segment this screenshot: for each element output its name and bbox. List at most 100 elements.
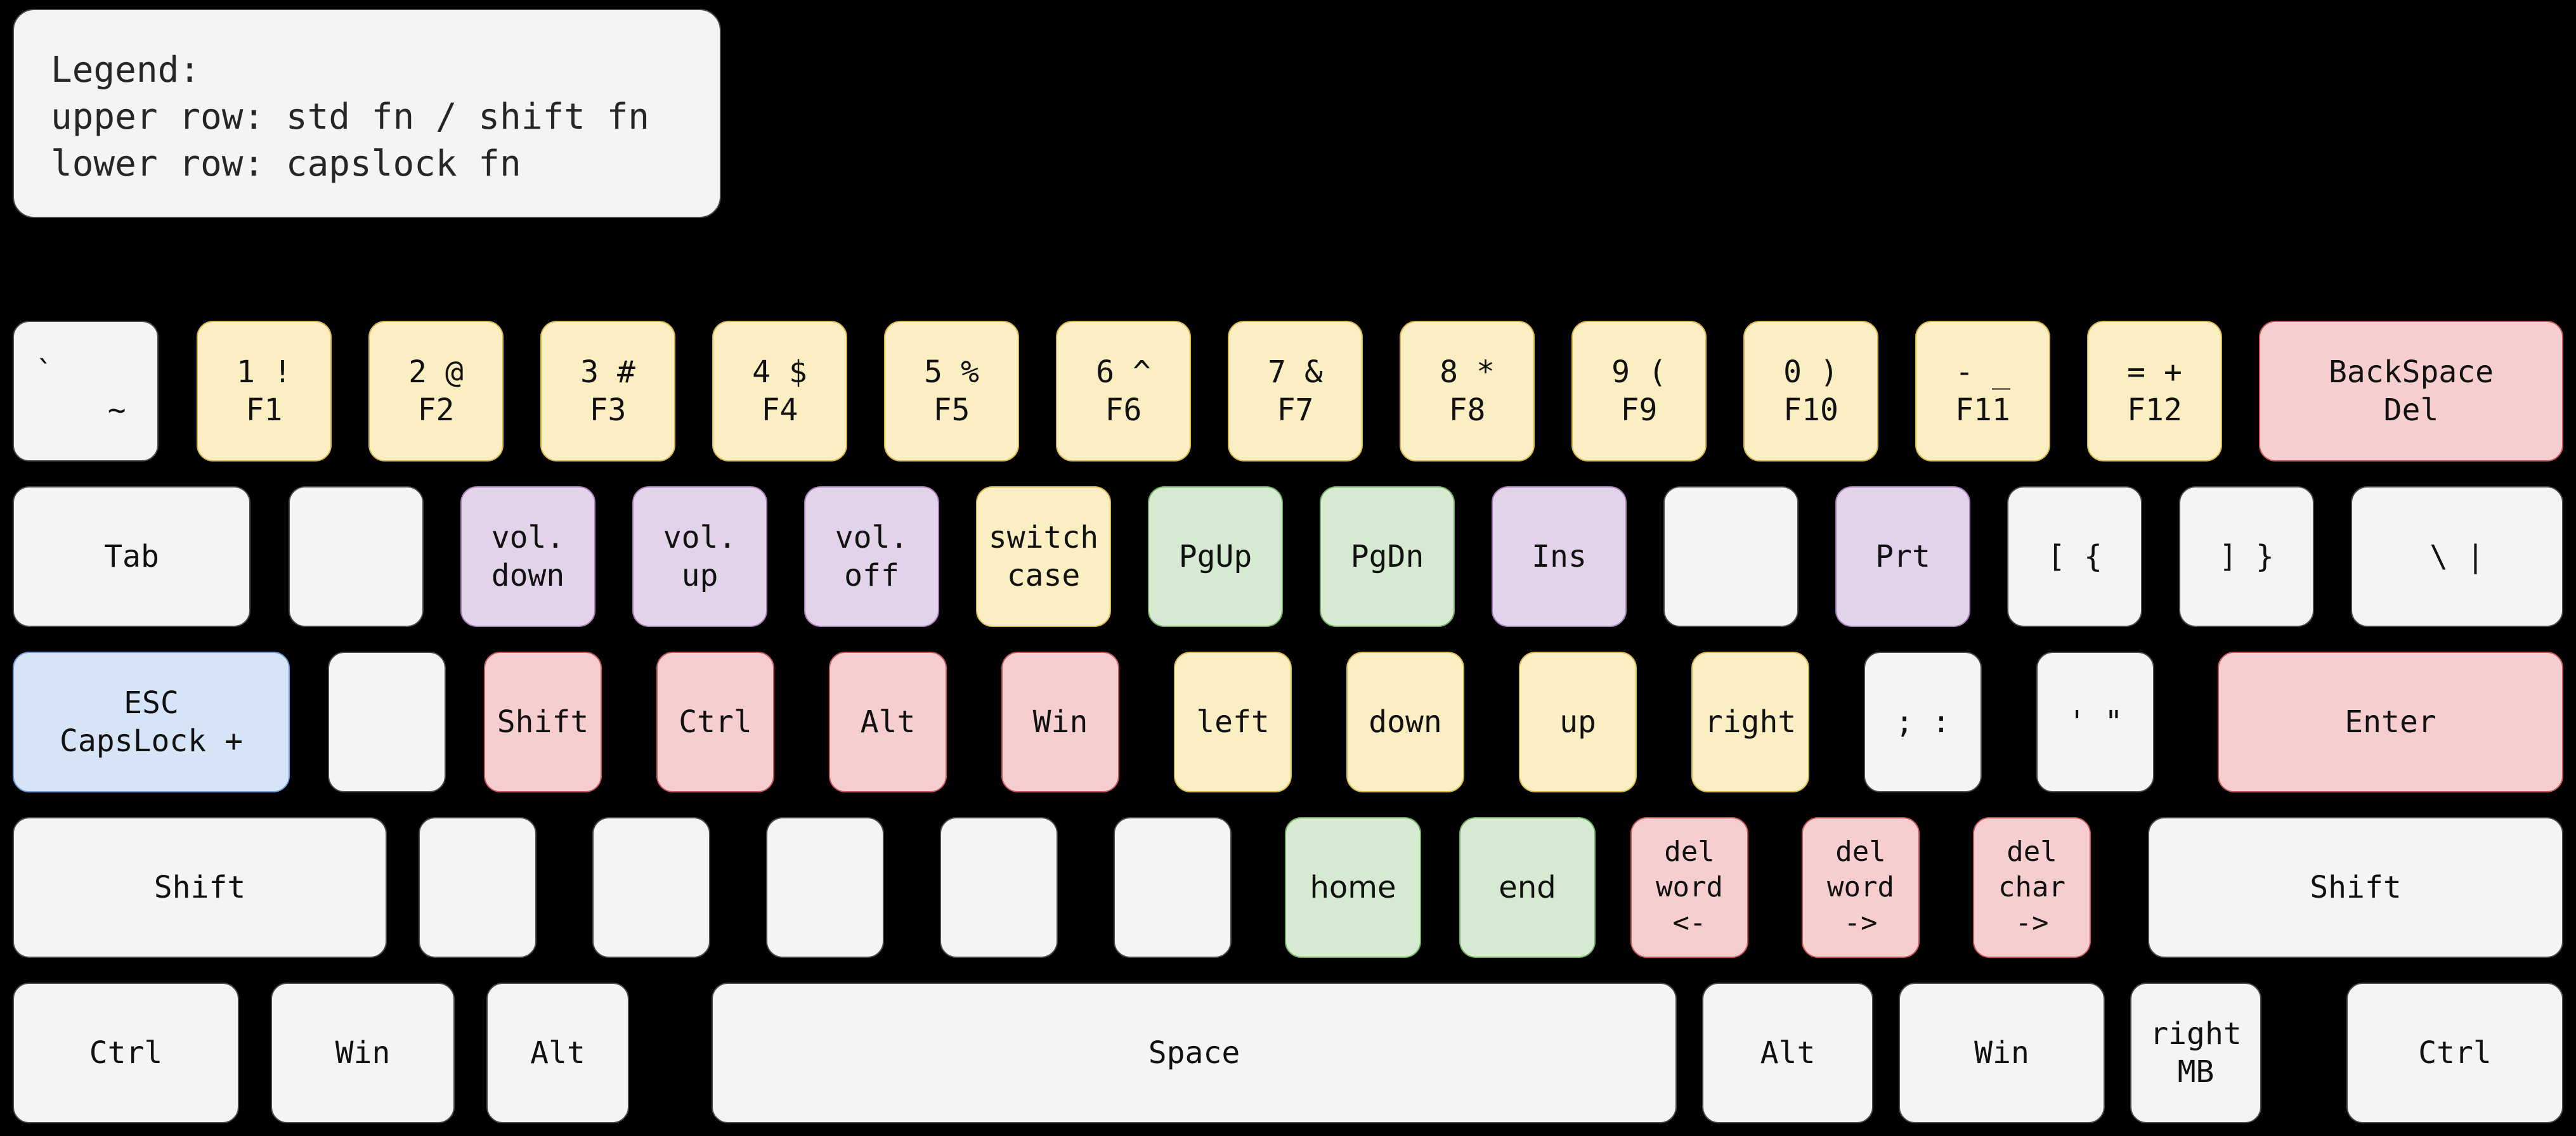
key-ctrl-left[interactable]: Ctrl [13,983,239,1123]
key-esc-capslock[interactable]: ESC CapsLock + [13,652,290,792]
key-right[interactable]: right [1691,652,1809,792]
key-minus[interactable]: - _ F11 [1915,321,2050,462]
key-vol-off-line-2: off [844,558,899,593]
key-blank-o[interactable] [1663,486,1799,627]
key-quote-line-1: ' " [2067,704,2123,740]
key-vol-off-line-1: vol. [835,520,909,555]
key-5-line-1: 5 % [924,354,979,390]
key-del-word-right-line-2: word [1827,871,1894,903]
key-del-char-line-3: -> [2015,907,2049,939]
key-win-right-line-1: Win [1974,1035,2029,1071]
key-pgup[interactable]: PgUp [1148,486,1283,627]
key-esc-capslock-line-1: ESC [124,685,179,721]
key-0-line-1: 0 ) [1783,354,1838,390]
key-backspace-line-2: Del [2383,392,2439,428]
key-blank-a[interactable] [328,652,446,792]
keyboard-row-home-row: ESC CapsLock + Shift Ctrl Alt Win left down up ri… [0,642,2576,805]
key-0[interactable]: 0 ) F10 [1743,321,1878,462]
key-semicolon[interactable]: ; : [1864,652,1982,792]
key-enter-line-1: Enter [2345,704,2436,740]
key-alt-right[interactable]: Alt [1702,983,1873,1123]
key-left[interactable]: left [1174,652,1292,792]
key-9-line-1: 9 ( [1611,354,1667,390]
key-blank-c[interactable] [766,817,884,958]
key-right-mb[interactable]: right MB [2130,983,2261,1123]
key-win-left[interactable]: Win [271,983,455,1123]
key-backspace-line-1: BackSpace [2328,354,2494,390]
key-8-line-1: 8 * [1440,354,1495,390]
key-win-hr-line-1: Win [1032,704,1088,740]
key-alt-hr-line-1: Alt [860,704,916,740]
key-alt-hr[interactable]: Alt [829,652,947,792]
key-end[interactable]: end [1459,817,1596,958]
key-pgdn[interactable]: PgDn [1320,486,1455,627]
key-bracket-l[interactable]: [ { [2007,486,2142,627]
key-switch-case[interactable]: switch case [976,486,1111,627]
key-equals-line-1: = + [2127,354,2182,390]
key-2[interactable]: 2 @ F2 [368,321,504,462]
key-grave[interactable]: ` ~ [13,321,159,462]
key-home-line-1: home [1310,870,1396,905]
key-1[interactable]: 1 ! F1 [197,321,332,462]
key-backspace[interactable]: BackSpace Del [2259,321,2563,462]
key-del-char[interactable]: del char -> [1973,817,2091,958]
key-shift-left-hr[interactable]: Shift [484,652,602,792]
key-left-line-1: left [1196,704,1270,740]
legend-upper-row-description: upper row: std fn / shift fn [51,96,650,138]
key-7[interactable]: 7 & F7 [1228,321,1363,462]
key-equals-line-2: F12 [2127,392,2182,428]
key-bracket-r[interactable]: ] } [2179,486,2314,627]
key-prt-line-1: Prt [1875,539,1930,574]
key-shift-left-line-1: Shift [153,870,246,905]
key-enter[interactable]: Enter [2218,652,2563,792]
key-blank-z[interactable] [419,817,537,958]
key-backslash[interactable]: \ | [2351,486,2563,627]
key-shift-right[interactable]: Shift [2148,817,2563,958]
key-down[interactable]: down [1346,652,1464,792]
key-5[interactable]: 5 % F5 [884,321,1019,462]
keyboard-row-bottom-row: Ctrl Win Alt Space Alt Win right MB Ctrl [0,972,2576,1136]
key-up[interactable]: up [1519,652,1637,792]
key-4[interactable]: 4 $ F4 [712,321,847,462]
key-8[interactable]: 8 * F8 [1400,321,1535,462]
key-win-hr[interactable]: Win [1001,652,1119,792]
key-ins[interactable]: Ins [1492,486,1627,627]
key-vol-up[interactable]: vol. up [632,486,767,627]
key-blank-b[interactable] [1114,817,1232,958]
key-quote[interactable]: ' " [2036,652,2154,792]
key-1-line-2: F1 [245,392,283,428]
key-equals[interactable]: = + F12 [2087,321,2222,462]
key-ctrl-right[interactable]: Ctrl [2346,983,2563,1123]
key-7-line-2: F7 [1277,392,1314,428]
key-blank-v[interactable] [940,817,1058,958]
key-tab[interactable]: Tab [13,486,250,627]
legend-box: Legend: upper row: std fn / shift fn low… [13,9,721,218]
key-space[interactable]: Space [712,983,1677,1123]
key-down-line-1: down [1369,704,1442,740]
key-del-word-left-line-2: word [1656,871,1723,903]
key-vol-off[interactable]: vol. off [804,486,939,627]
key-vol-up-line-1: vol. [663,520,737,555]
key-shift-right-line-1: Shift [2310,870,2402,905]
key-3[interactable]: 3 # F3 [540,321,675,462]
key-backslash-line-1: \ | [2430,539,2485,574]
key-vol-down[interactable]: vol. down [460,486,595,627]
key-shift-left[interactable]: Shift [13,817,387,958]
key-alt-left[interactable]: Alt [486,983,629,1123]
key-del-word-left[interactable]: del word <- [1630,817,1748,958]
key-alt-left-line-1: Alt [530,1035,585,1071]
key-home[interactable]: home [1285,817,1421,958]
legend-title: Legend: [51,49,201,91]
key-switch-case-line-2: case [1006,558,1081,593]
key-del-word-right-line-1: del [1835,836,1886,868]
key-win-right[interactable]: Win [1899,983,2105,1123]
key-blank-x[interactable] [592,817,710,958]
key-del-word-right[interactable]: del word -> [1802,817,1920,958]
key-6[interactable]: 6 ^ F6 [1056,321,1191,462]
key-tab-line-1: Tab [104,539,159,574]
key-prt[interactable]: Prt [1835,486,1970,627]
key-blank-q[interactable] [289,486,424,627]
key-9[interactable]: 9 (F9 [1571,321,1707,462]
key-ctrl-hr[interactable]: Ctrl [656,652,774,792]
key-ctrl-hr-line-1: Ctrl [679,704,752,740]
